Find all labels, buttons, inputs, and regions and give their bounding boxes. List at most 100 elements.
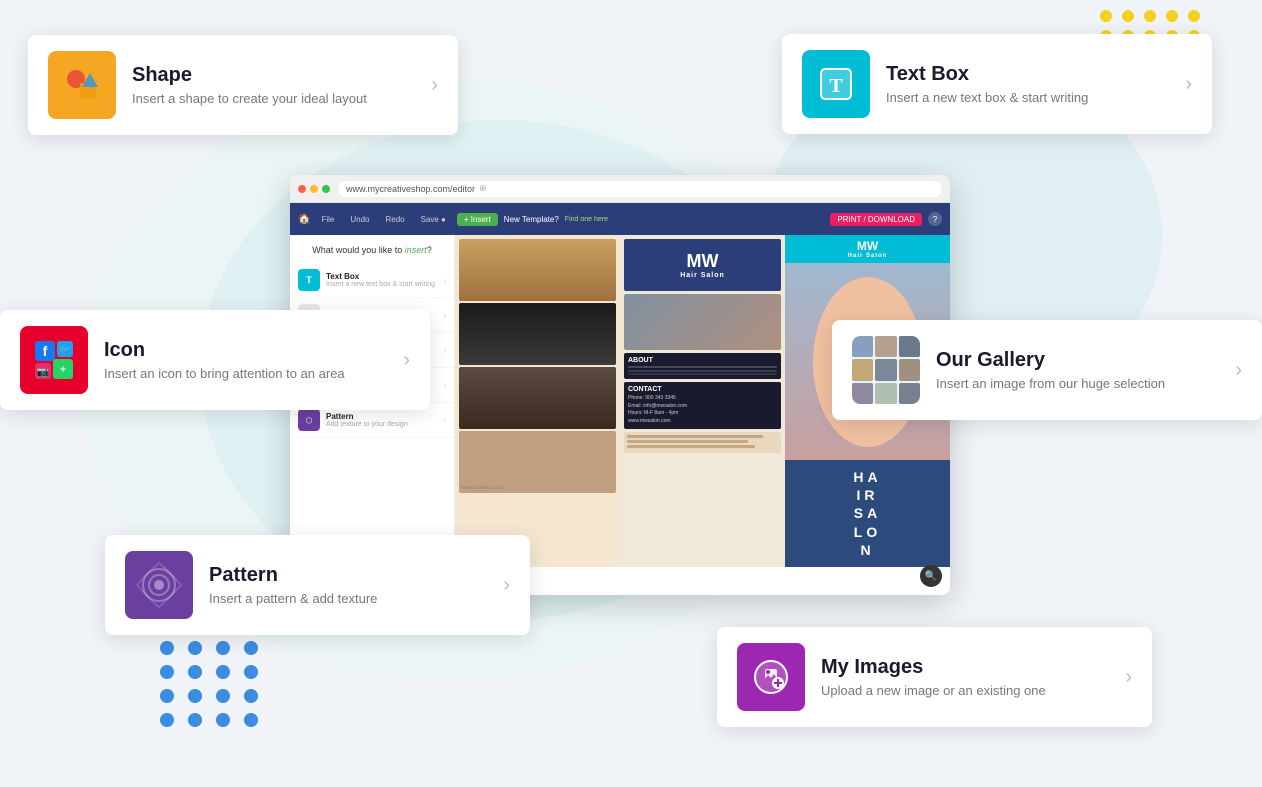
poster-logo-mw: MW [687,251,719,272]
blue-dot [244,713,258,727]
yellow-dot [1188,10,1200,22]
poster-logo-salon: Hair Salon [680,272,725,279]
browser-url-bar[interactable]: www.mycreativeshop.com/editor ⊕ [338,181,942,197]
dot-minimize [310,185,318,193]
shape-card-arrow: › [431,74,438,97]
social-icon: f 🐦 📷 + [33,339,75,381]
panel-textbox-icon: T [298,269,320,291]
panel-pattern-title: Pattern [326,412,408,421]
toolbar-undo[interactable]: Undo [345,214,374,225]
pattern-card-arrow: › [503,574,510,597]
icon-card-desc: Insert an icon to bring attention to an … [104,366,387,381]
myimages-card-title: My Images [821,656,1109,679]
poster-logo: MW Hair Salon [624,239,781,291]
blue-dot [216,713,230,727]
toolbar-home-icon[interactable]: 🏠 [298,214,310,225]
blue-dot [244,641,258,655]
url-text: www.mycreativeshop.com/editor [346,184,475,194]
pattern-card-desc: Insert a pattern & add texture [209,591,487,606]
poster-mw-logo2: MW Hair Salon [785,235,950,263]
blue-dot [160,641,174,655]
gallery-card-arrow: › [1235,359,1242,382]
poster-salon-text: Hair Salon [848,253,888,259]
dot-close [298,185,306,193]
toolbar-print-button[interactable]: PRINT / DOWNLOAD [830,213,922,226]
shape-card-title: Shape [132,64,415,87]
textbox-card-arrow: › [1185,73,1192,96]
blue-dot [188,689,202,703]
myimages-card-desc: Upload a new image or an existing one [821,683,1109,698]
toolbar-help-icon[interactable]: ? [928,212,942,226]
poster-hair-text: HAIRSALON [785,460,950,567]
poster-contact-info: Phone: 900 343 3345 Email: info@mwsalon.… [628,395,777,425]
gallery-card-desc: Insert an image from our huge selection [936,376,1219,391]
svg-text:T: T [829,75,843,97]
textbox-card-title: Text Box [886,63,1169,86]
poster-hair3 [459,367,616,429]
myimages-card-icon [737,643,805,711]
textbox-card-desc: Insert a new text box & start writing [886,90,1169,105]
poster-col2: MW Hair Salon ABOUT [620,235,785,567]
poster-about-section: ABOUT [624,353,781,379]
poster-about-title: ABOUT [628,357,777,364]
toolbar-file[interactable]: File [316,214,339,225]
pattern-card-icon [125,551,193,619]
browser-bar: www.mycreativeshop.com/editor ⊕ [290,175,950,203]
panel-item-textbox[interactable]: T Text Box Insert a new text box & start… [290,263,454,298]
dot-maximize [322,185,330,193]
svg-text:📷: 📷 [37,367,49,378]
toolbar-redo[interactable]: Redo [380,214,409,225]
poster-text-block [624,432,781,453]
panel-pattern-desc: Add texture to your design [326,421,408,428]
blue-dot [160,713,174,727]
blue-dot [216,665,230,679]
poster-hair1 [459,239,616,301]
pattern-icon [135,561,183,609]
blue-dot [188,665,202,679]
blue-dot [188,713,202,727]
gallery-card[interactable]: Our Gallery Insert an image from our hug… [832,320,1262,420]
blue-dot [216,641,230,655]
textbox-card[interactable]: T Text Box Insert a new text box & start… [782,34,1212,134]
gallery-card-title: Our Gallery [936,349,1219,372]
panel-pattern-icon: ⬡ [298,409,320,431]
poster-col1: www.mwsalon.com [455,235,620,567]
poster-hair2 [459,303,616,365]
shape-card-icon [48,51,116,119]
poster-portrait [624,294,781,350]
panel-textbox-desc: Insert a new text box & start writing [326,281,435,288]
icon-card-title: Icon [104,339,387,362]
yellow-dot [1144,10,1156,22]
myimages-card-text: My Images Upload a new image or an exist… [821,656,1109,698]
zoom-icon[interactable]: 🔍 [920,565,942,587]
yellow-dot [1166,10,1178,22]
icon-card[interactable]: f 🐦 📷 + Icon Insert an icon to bring att… [0,310,430,410]
icon-card-arrow: › [403,349,410,372]
gallery-card-text: Our Gallery Insert an image from our hug… [936,349,1219,391]
shape-icon [62,65,102,105]
myimages-card[interactable]: My Images Upload a new image or an exist… [717,627,1152,727]
poster-contact-section: CONTACT Phone: 900 343 3345 Email: info@… [624,382,781,429]
poster-mw-text: MW [857,239,878,253]
editor-toolbar: 🏠 File Undo Redo Save ● + Insert New Tem… [290,203,950,235]
poster-footer: www.mwsalon.com [459,431,616,493]
pattern-card[interactable]: Pattern Insert a pattern & add texture › [105,535,530,635]
toolbar-save[interactable]: Save ● [416,214,451,225]
textbox-card-icon: T [802,50,870,118]
shape-card-text: Shape Insert a shape to create your idea… [132,64,415,106]
panel-textbox-title: Text Box [326,272,435,281]
icon-card-text: Icon Insert an icon to bring attention t… [104,339,387,381]
myimages-icon [751,657,791,697]
pattern-card-title: Pattern [209,564,487,587]
yellow-dot [1100,10,1112,22]
blue-dot [244,665,258,679]
blue-dot [188,641,202,655]
shape-card[interactable]: Shape Insert a shape to create your idea… [28,35,458,135]
pattern-card-text: Pattern Insert a pattern & add texture [209,564,487,606]
panel-question-highlight: insert [405,245,427,255]
toolbar-find-one[interactable]: Find one here [565,216,608,223]
svg-text:+: + [59,362,66,376]
svg-text:f: f [43,343,48,359]
toolbar-new-template: New Template? [504,215,559,224]
toolbar-insert-button[interactable]: + Insert [457,213,498,226]
